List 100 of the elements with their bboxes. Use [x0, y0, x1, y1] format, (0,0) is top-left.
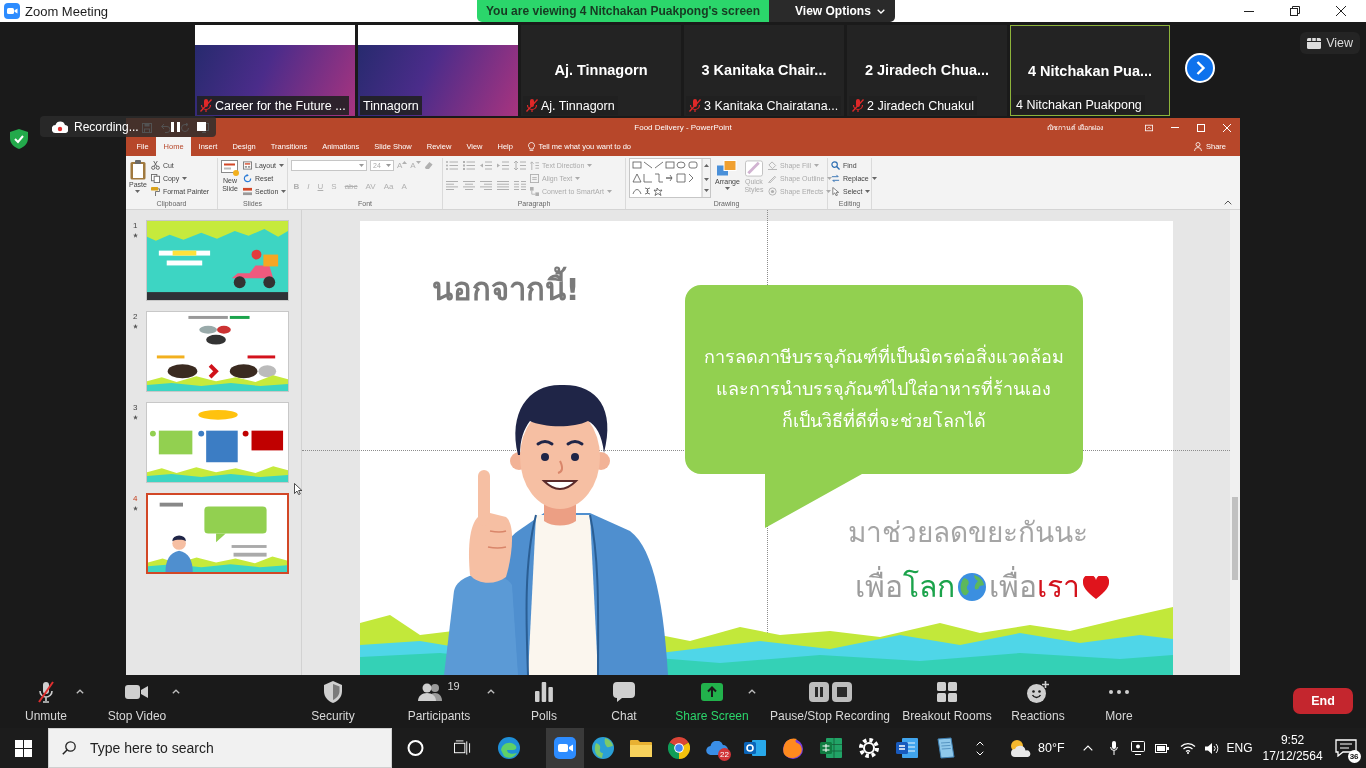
- wifi-icon[interactable]: [1179, 742, 1196, 754]
- pause-icon: [808, 682, 829, 702]
- caret-down-icon: [279, 163, 285, 167]
- slide-number: 2: [133, 312, 138, 321]
- swap-arrows-icon: [831, 173, 840, 183]
- stacked-windows-icon: [454, 740, 471, 756]
- video-camera-icon: [554, 737, 576, 759]
- slide-number: 1: [133, 221, 138, 230]
- mouse-pointer-icon: [294, 483, 302, 495]
- person-icon: [1194, 142, 1202, 151]
- star-icon: [133, 506, 138, 511]
- caret-up-icon[interactable]: [172, 689, 180, 694]
- toolbar-button[interactable]: Unmute: [16, 675, 76, 728]
- paint-roller-icon: [150, 186, 160, 196]
- slide-card-icon: [221, 160, 239, 176]
- slide-heading: นอกจากนี้!: [431, 267, 580, 311]
- envelope-icon: [744, 737, 766, 759]
- participant-label: Tinnagorn: [363, 98, 419, 113]
- toolbar-button[interactable]: Chat: [594, 675, 654, 728]
- view-button[interactable]: View: [1300, 32, 1360, 54]
- share-status-banner: You are viewing 4 Nitchakan Puakpong's screen: [477, 0, 770, 22]
- four-panes-logo-icon[interactable]: [15, 739, 32, 757]
- participant-label: 2 Jiradech Chuakul: [867, 98, 974, 113]
- slogan-text: เพื่อเรา: [988, 565, 1080, 609]
- close-icon[interactable]: [1336, 6, 1346, 16]
- stacked-bars-icon: [243, 186, 252, 196]
- search-icon: [62, 741, 76, 755]
- participant-name: 4 Nitchakan Pua...: [1026, 63, 1154, 79]
- slide-thumbnail[interactable]: [146, 493, 289, 574]
- globe-icon: [957, 573, 986, 601]
- chevron-down-icon[interactable]: [976, 750, 984, 756]
- box-chevron-icon[interactable]: [1145, 123, 1153, 132]
- toolbar-button[interactable]: Share Screen: [676, 675, 748, 728]
- clock-time[interactable]: 9:52: [1280, 732, 1305, 748]
- toolbar-button[interactable]: Security: [298, 675, 368, 728]
- microphone-icon[interactable]: [1109, 741, 1118, 755]
- participant-name: 2 Jiradech Chua...: [863, 62, 991, 78]
- toolbar-button[interactable]: 19 Participants: [399, 675, 479, 728]
- lightbulb-icon: [528, 142, 536, 151]
- vertical-scrollbar[interactable]: [1230, 210, 1240, 675]
- message-bubble-icon[interactable]: [1334, 739, 1357, 757]
- pause-icon[interactable]: [171, 121, 180, 132]
- toolbar-button[interactable]: Breakout Rooms: [903, 675, 991, 728]
- shield-check-icon: [10, 129, 28, 149]
- bar-chart-icon: [535, 682, 553, 702]
- caret-down-icon: [871, 176, 877, 180]
- toolbar-button[interactable]: More: [1094, 675, 1144, 728]
- count-badge: 36: [1347, 750, 1361, 763]
- view-options-button[interactable]: View Options: [769, 0, 895, 22]
- caret-down-icon: [135, 190, 141, 193]
- notebook-icon: [934, 737, 956, 759]
- taskbar-app-button[interactable]: [546, 728, 584, 768]
- count-badge: 22: [718, 748, 731, 761]
- battery-icon[interactable]: [1154, 743, 1169, 753]
- caret-down-icon: [359, 163, 364, 167]
- font-name-field[interactable]: [291, 159, 367, 171]
- video-camera-icon: [125, 684, 149, 700]
- speaker-icon[interactable]: [1204, 741, 1219, 755]
- star-icon: [133, 233, 138, 238]
- sun-cloud-icon[interactable]: [1008, 738, 1032, 758]
- caret-down-icon: [865, 189, 871, 193]
- temperature-text[interactable]: 80°F: [1038, 741, 1065, 755]
- caret-up-icon[interactable]: [76, 689, 84, 694]
- color-wheel-icon: [668, 737, 690, 759]
- clock-date[interactable]: 17/12/2564: [1262, 748, 1323, 764]
- caret-up-icon[interactable]: [487, 689, 495, 694]
- caret-up-icon[interactable]: [748, 689, 756, 694]
- taskbar-app-button[interactable]: 22: [698, 728, 736, 768]
- window-title: Zoom Meeting: [25, 3, 109, 19]
- slide-thumbnail[interactable]: [146, 311, 289, 392]
- maximize-icon[interactable]: [1290, 6, 1300, 16]
- scrollbar-thumb[interactable]: [1232, 497, 1238, 580]
- chevron-right-icon[interactable]: [1185, 53, 1215, 83]
- slide-thumbnail[interactable]: [146, 220, 289, 301]
- slide-number: 4: [133, 494, 138, 503]
- toolbar-button[interactable]: Polls: [514, 675, 574, 728]
- monitor-icon[interactable]: [1130, 741, 1145, 755]
- document-icon: [896, 737, 918, 759]
- participant-label: 4 Nitchakan Puakpong: [1016, 97, 1142, 112]
- participant-name: Aj. Tinnagorn: [553, 62, 649, 78]
- spreadsheet-icon: [820, 737, 842, 759]
- toolbar-button[interactable]: Pause/Stop Recording: [770, 675, 890, 728]
- toolbar-button[interactable]: Stop Video: [102, 675, 172, 728]
- end-button[interactable]: End: [1293, 688, 1353, 714]
- chevron-up-icon[interactable]: [1224, 200, 1232, 205]
- pen-icon: [767, 173, 777, 183]
- caret-down-icon: [606, 189, 612, 193]
- minimize-icon[interactable]: [1244, 10, 1254, 12]
- slide-thumbnail[interactable]: [146, 402, 289, 483]
- smiley-plus-icon: [1027, 681, 1049, 703]
- language-indicator[interactable]: ENG: [1226, 741, 1253, 755]
- caret-down-icon: [827, 176, 833, 180]
- diagram-icon: [530, 186, 539, 196]
- ring-icon: [407, 740, 424, 756]
- folder-icon: [630, 739, 652, 757]
- shapes-gallery-drawing[interactable]: [629, 158, 711, 198]
- search-field[interactable]: Type here to search: [48, 728, 392, 768]
- slide-number: 3: [133, 403, 138, 412]
- toolbar-button[interactable]: Reactions: [1011, 675, 1065, 728]
- flame-circle-icon: [782, 737, 804, 759]
